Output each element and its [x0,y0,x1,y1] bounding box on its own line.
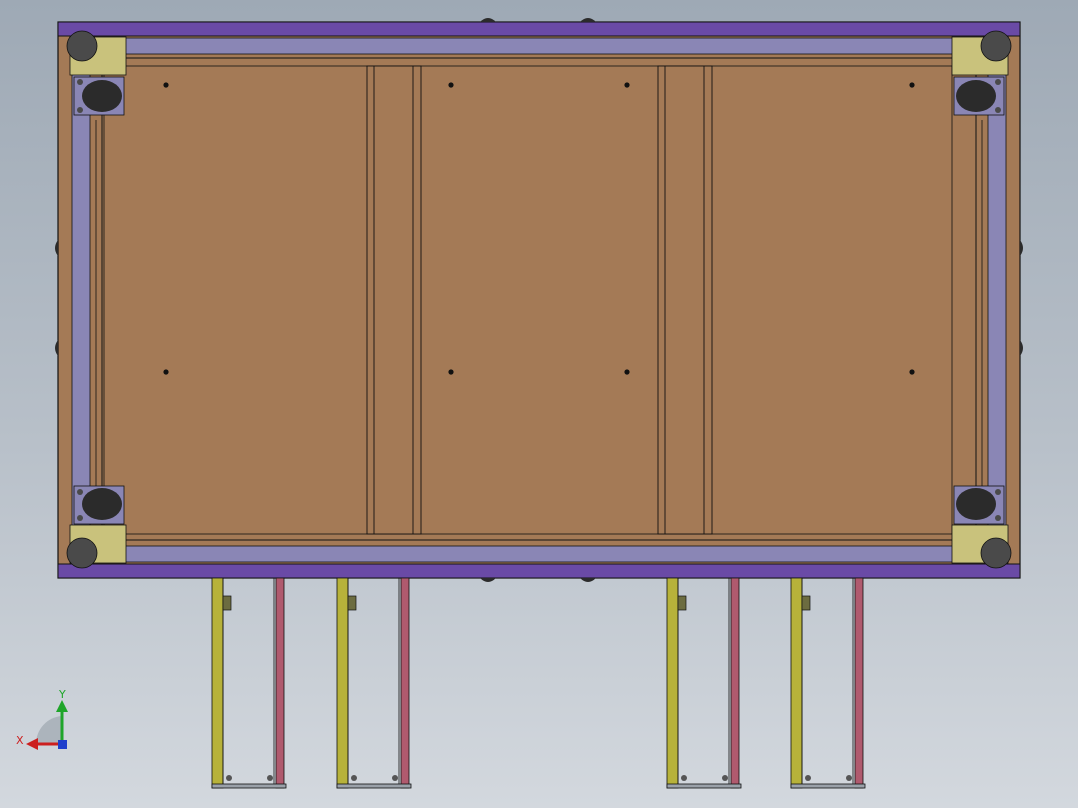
caster-bolt [995,79,1001,85]
caster-bolt [77,79,83,85]
x-axis-label: X [16,734,24,747]
slide-latch [801,595,811,611]
cad-viewport[interactable]: Y X [0,0,1078,808]
caster-bolt [995,107,1001,113]
bump [480,18,496,22]
hole [624,369,630,375]
slide-latch [222,595,232,611]
bump [55,240,58,256]
top-inner-rail[interactable] [97,37,981,55]
bump [55,340,58,356]
coordinate-triad: Y X [16,688,68,750]
caster-wheel [82,488,122,520]
assembly-bottom-view[interactable]: Y X [0,0,1078,808]
caster-bolt [77,515,83,521]
x-axis-arrowhead [26,738,38,750]
right-inner-rail[interactable] [987,57,1007,547]
bottom-inner-rail[interactable] [97,545,981,563]
slide-4[interactable] [790,577,866,789]
bump [580,578,596,582]
caster-bottom-left[interactable] [66,485,127,569]
left-inner-rail[interactable] [71,57,91,547]
board [101,57,977,541]
caster-wheel [956,80,996,112]
slide-roller [267,775,273,781]
caster-bolt [995,515,1001,521]
slide-roller [846,775,852,781]
slide-3[interactable] [666,577,742,789]
caster-top-left[interactable] [66,30,127,116]
hole [163,369,169,375]
drawer-slides[interactable] [211,577,866,789]
y-axis-arrowhead [56,700,68,712]
slide-left-rail [790,577,803,789]
caster-bolt [995,489,1001,495]
caster-swivel [980,30,1012,62]
hole [448,369,454,375]
slide-roller [351,775,357,781]
slide-roller [805,775,811,781]
caster-top-right[interactable] [951,30,1012,116]
slide-latch [347,595,357,611]
hole [909,82,915,88]
bottom-rail[interactable] [57,563,1021,579]
hole [624,82,630,88]
bump [480,578,496,582]
slide-end-cap [790,783,866,789]
slide-right-rail [400,577,410,789]
caster-swivel [980,537,1012,569]
slide-2[interactable] [336,577,412,789]
slide-right-rail [854,577,864,789]
y-axis-label: Y [58,688,66,701]
slide-right-rail [275,577,285,789]
slide-left-rail [211,577,224,789]
slide-left-rail [666,577,679,789]
triad-arc [35,716,62,744]
slide-end-cap [211,783,287,789]
caster-swivel [66,30,98,62]
caster-swivel [66,537,98,569]
slide-roller [392,775,398,781]
slide-roller [722,775,728,781]
top-rail[interactable] [57,21,1021,37]
hole [448,82,454,88]
slide-roller [226,775,232,781]
slide-end-cap [666,783,742,789]
slide-end-cap [336,783,412,789]
hole [163,82,169,88]
z-axis-marker [58,740,67,749]
caster-wheel [956,488,996,520]
bump [580,18,596,22]
caster-wheel [82,80,122,112]
bump [1020,340,1023,356]
bump [1020,240,1023,256]
caster-bottom-right[interactable] [951,485,1012,569]
slide-left-rail [336,577,349,789]
slide-right-rail [730,577,740,789]
slide-roller [681,775,687,781]
slide-latch [677,595,687,611]
slide-1[interactable] [211,577,287,789]
board-panels[interactable] [101,57,977,541]
hole [909,369,915,375]
caster-bolt [77,107,83,113]
caster-bolt [77,489,83,495]
